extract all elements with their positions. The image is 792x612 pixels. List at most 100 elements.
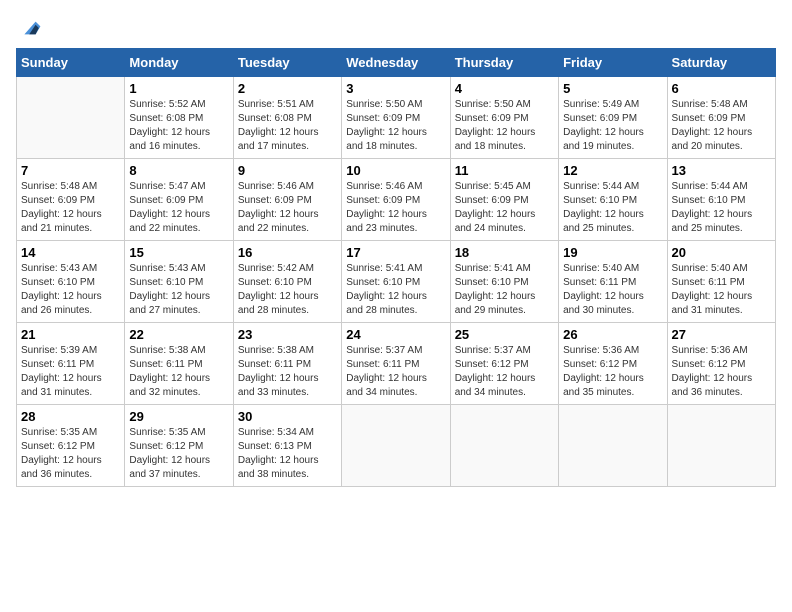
calendar-cell: 20 Sunrise: 5:40 AMSunset: 6:11 PMDayligh… <box>667 241 775 323</box>
day-number: 26 <box>563 327 662 342</box>
day-info: Sunrise: 5:38 AMSunset: 6:11 PMDaylight:… <box>129 344 228 400</box>
day-number: 29 <box>129 409 228 424</box>
calendar-cell: 28 Sunrise: 5:35 AMSunset: 6:12 PMDayligh… <box>17 405 125 487</box>
day-info: Sunrise: 5:44 AMSunset: 6:10 PMDaylight:… <box>672 180 771 236</box>
calendar-header-wednesday: Wednesday <box>342 49 450 77</box>
calendar-cell: 11 Sunrise: 5:45 AMSunset: 6:09 PMDayligh… <box>450 159 558 241</box>
day-info: Sunrise: 5:50 AMSunset: 6:09 PMDaylight:… <box>346 98 445 154</box>
day-info: Sunrise: 5:43 AMSunset: 6:10 PMDaylight:… <box>129 262 228 318</box>
calendar-cell: 22Sunrise: 5:38 AMSunset: 6:11 PMDayligh… <box>125 323 233 405</box>
day-info: Sunrise: 5:41 AMSunset: 6:10 PMDaylight:… <box>455 262 554 318</box>
calendar-cell: 2 Sunrise: 5:51 AMSunset: 6:08 PMDaylight… <box>233 77 341 159</box>
calendar-cell: 8 Sunrise: 5:47 AMSunset: 6:09 PMDaylight… <box>125 159 233 241</box>
calendar-cell: 10 Sunrise: 5:46 AMSunset: 6:09 PMDayligh… <box>342 159 450 241</box>
calendar-cell: 25 Sunrise: 5:37 AMSunset: 6:12 PMDayligh… <box>450 323 558 405</box>
day-info: Sunrise: 5:36 AMSunset: 6:12 PMDaylight:… <box>563 344 662 400</box>
calendar-cell: 6 Sunrise: 5:48 AMSunset: 6:09 PMDaylight… <box>667 77 775 159</box>
calendar-cell: 23Sunrise: 5:38 AMSunset: 6:11 PMDayligh… <box>233 323 341 405</box>
day-info: Sunrise: 5:42 AMSunset: 6:10 PMDaylight:… <box>238 262 337 318</box>
calendar-cell: 1 Sunrise: 5:52 AMSunset: 6:08 PMDaylight… <box>125 77 233 159</box>
day-number: 13 <box>672 163 771 178</box>
calendar-cell <box>559 405 667 487</box>
day-info: Sunrise: 5:46 AMSunset: 6:09 PMDaylight:… <box>346 180 445 236</box>
calendar-cell: 12Sunrise: 5:44 AMSunset: 6:10 PMDayligh… <box>559 159 667 241</box>
calendar-week-1: 7 Sunrise: 5:48 AMSunset: 6:09 PMDaylight… <box>17 159 776 241</box>
day-number: 8 <box>129 163 228 178</box>
day-info: Sunrise: 5:48 AMSunset: 6:09 PMDaylight:… <box>672 98 771 154</box>
logo <box>16 16 42 40</box>
calendar-header-saturday: Saturday <box>667 49 775 77</box>
day-number: 6 <box>672 81 771 96</box>
day-info: Sunrise: 5:49 AMSunset: 6:09 PMDaylight:… <box>563 98 662 154</box>
day-info: Sunrise: 5:50 AMSunset: 6:09 PMDaylight:… <box>455 98 554 154</box>
day-info: Sunrise: 5:35 AMSunset: 6:12 PMDaylight:… <box>129 426 228 482</box>
calendar-cell: 21 Sunrise: 5:39 AMSunset: 6:11 PMDayligh… <box>17 323 125 405</box>
day-info: Sunrise: 5:37 AMSunset: 6:11 PMDaylight:… <box>346 344 445 400</box>
calendar-header-monday: Monday <box>125 49 233 77</box>
day-number: 16 <box>238 245 337 260</box>
calendar-cell <box>342 405 450 487</box>
day-info: Sunrise: 5:40 AMSunset: 6:11 PMDaylight:… <box>563 262 662 318</box>
day-number: 17 <box>346 245 445 260</box>
calendar-cell: 3 Sunrise: 5:50 AMSunset: 6:09 PMDaylight… <box>342 77 450 159</box>
day-number: 21 <box>21 327 120 342</box>
day-number: 25 <box>455 327 554 342</box>
calendar-cell: 27Sunrise: 5:36 AMSunset: 6:12 PMDayligh… <box>667 323 775 405</box>
day-info: Sunrise: 5:51 AMSunset: 6:08 PMDaylight:… <box>238 98 337 154</box>
calendar-cell: 5 Sunrise: 5:49 AMSunset: 6:09 PMDaylight… <box>559 77 667 159</box>
header <box>16 16 776 40</box>
calendar-cell: 26 Sunrise: 5:36 AMSunset: 6:12 PMDayligh… <box>559 323 667 405</box>
day-info: Sunrise: 5:52 AMSunset: 6:08 PMDaylight:… <box>129 98 228 154</box>
day-info: Sunrise: 5:47 AMSunset: 6:09 PMDaylight:… <box>129 180 228 236</box>
day-number: 18 <box>455 245 554 260</box>
calendar-cell: 13 Sunrise: 5:44 AMSunset: 6:10 PMDayligh… <box>667 159 775 241</box>
day-number: 2 <box>238 81 337 96</box>
day-number: 20 <box>672 245 771 260</box>
calendar-header-thursday: Thursday <box>450 49 558 77</box>
calendar-header-tuesday: Tuesday <box>233 49 341 77</box>
day-number: 4 <box>455 81 554 96</box>
day-number: 14 <box>21 245 120 260</box>
day-info: Sunrise: 5:44 AMSunset: 6:10 PMDaylight:… <box>563 180 662 236</box>
day-number: 11 <box>455 163 554 178</box>
calendar-cell: 7 Sunrise: 5:48 AMSunset: 6:09 PMDaylight… <box>17 159 125 241</box>
calendar-cell: 19 Sunrise: 5:40 AMSunset: 6:11 PMDayligh… <box>559 241 667 323</box>
calendar-week-3: 21 Sunrise: 5:39 AMSunset: 6:11 PMDayligh… <box>17 323 776 405</box>
calendar-table: SundayMondayTuesdayWednesdayThursdayFrid… <box>16 48 776 487</box>
calendar-header-sunday: Sunday <box>17 49 125 77</box>
calendar-cell: 24Sunrise: 5:37 AMSunset: 6:11 PMDayligh… <box>342 323 450 405</box>
calendar-header-friday: Friday <box>559 49 667 77</box>
day-info: Sunrise: 5:46 AMSunset: 6:09 PMDaylight:… <box>238 180 337 236</box>
day-number: 7 <box>21 163 120 178</box>
calendar-cell: 4 Sunrise: 5:50 AMSunset: 6:09 PMDaylight… <box>450 77 558 159</box>
day-number: 30 <box>238 409 337 424</box>
day-number: 28 <box>21 409 120 424</box>
calendar-cell: 30Sunrise: 5:34 AMSunset: 6:13 PMDayligh… <box>233 405 341 487</box>
day-info: Sunrise: 5:40 AMSunset: 6:11 PMDaylight:… <box>672 262 771 318</box>
calendar-cell: 16 Sunrise: 5:42 AMSunset: 6:10 PMDayligh… <box>233 241 341 323</box>
calendar-cell <box>667 405 775 487</box>
day-number: 9 <box>238 163 337 178</box>
day-number: 5 <box>563 81 662 96</box>
calendar-week-0: 1 Sunrise: 5:52 AMSunset: 6:08 PMDaylight… <box>17 77 776 159</box>
day-info: Sunrise: 5:43 AMSunset: 6:10 PMDaylight:… <box>21 262 120 318</box>
day-number: 19 <box>563 245 662 260</box>
day-info: Sunrise: 5:39 AMSunset: 6:11 PMDaylight:… <box>21 344 120 400</box>
calendar-cell <box>450 405 558 487</box>
day-info: Sunrise: 5:37 AMSunset: 6:12 PMDaylight:… <box>455 344 554 400</box>
day-info: Sunrise: 5:45 AMSunset: 6:09 PMDaylight:… <box>455 180 554 236</box>
day-number: 3 <box>346 81 445 96</box>
calendar-cell: 17 Sunrise: 5:41 AMSunset: 6:10 PMDayligh… <box>342 241 450 323</box>
day-info: Sunrise: 5:48 AMSunset: 6:09 PMDaylight:… <box>21 180 120 236</box>
calendar-cell: 18 Sunrise: 5:41 AMSunset: 6:10 PMDayligh… <box>450 241 558 323</box>
day-number: 27 <box>672 327 771 342</box>
calendar-cell: 14 Sunrise: 5:43 AMSunset: 6:10 PMDayligh… <box>17 241 125 323</box>
day-number: 10 <box>346 163 445 178</box>
day-info: Sunrise: 5:35 AMSunset: 6:12 PMDaylight:… <box>21 426 120 482</box>
calendar-cell: 15Sunrise: 5:43 AMSunset: 6:10 PMDayligh… <box>125 241 233 323</box>
calendar-week-4: 28 Sunrise: 5:35 AMSunset: 6:12 PMDayligh… <box>17 405 776 487</box>
calendar-cell <box>17 77 125 159</box>
day-number: 1 <box>129 81 228 96</box>
page-container: SundayMondayTuesdayWednesdayThursdayFrid… <box>16 16 776 487</box>
day-info: Sunrise: 5:41 AMSunset: 6:10 PMDaylight:… <box>346 262 445 318</box>
